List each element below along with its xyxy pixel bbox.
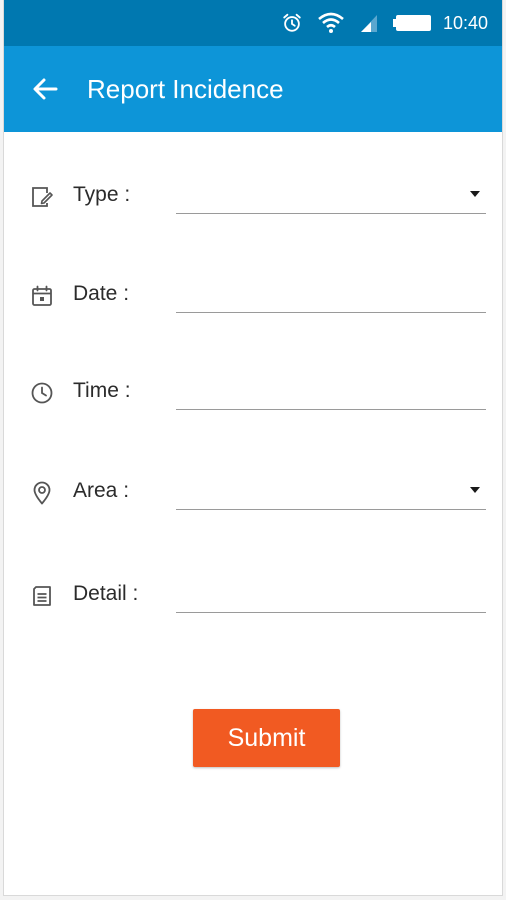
battery-icon: [392, 14, 433, 32]
page-title: Report Incidence: [87, 73, 284, 104]
date-label: Date :: [73, 282, 130, 305]
time-label: Time :: [73, 379, 131, 402]
phone-screen: 10:40 Report Incidence Type : Date: Tim…: [3, 0, 503, 896]
date-input[interactable]: [176, 275, 486, 313]
type-row: Type :: [4, 176, 502, 216]
detail-row: Detail :: [4, 575, 502, 615]
notes-icon: [29, 583, 55, 609]
edit-document-icon: [29, 184, 55, 210]
arrow-left-icon: [33, 78, 58, 100]
location-pin-icon: [29, 480, 55, 506]
time-row: Time :: [4, 372, 502, 412]
chevron-down-icon: [470, 191, 480, 197]
detail-label: Detail :: [73, 582, 139, 605]
status-bar: 10:40: [4, 0, 502, 46]
app-bar: Report Incidence: [4, 46, 502, 132]
submit-button[interactable]: Submit: [193, 709, 340, 767]
detail-input[interactable]: [176, 575, 486, 613]
chevron-down-icon: [470, 487, 480, 493]
alarm-icon: [281, 12, 303, 34]
area-dropdown[interactable]: [176, 472, 486, 510]
calendar-icon: [29, 283, 55, 309]
area-label: Area :: [73, 479, 130, 502]
type-label: Type :: [73, 183, 131, 206]
wifi-icon: [317, 12, 345, 34]
signal-icon: [359, 13, 379, 33]
area-row: Area :: [4, 472, 502, 512]
type-dropdown[interactable]: [176, 176, 486, 214]
back-button[interactable]: [30, 74, 60, 104]
time-input[interactable]: [176, 372, 486, 410]
clock-icon: [29, 380, 55, 406]
date-row: Date :: [4, 275, 502, 315]
status-time: 10:40: [442, 12, 488, 33]
incident-form: Type : Date : Time: Area: Detail: Sub…: [4, 132, 502, 872]
